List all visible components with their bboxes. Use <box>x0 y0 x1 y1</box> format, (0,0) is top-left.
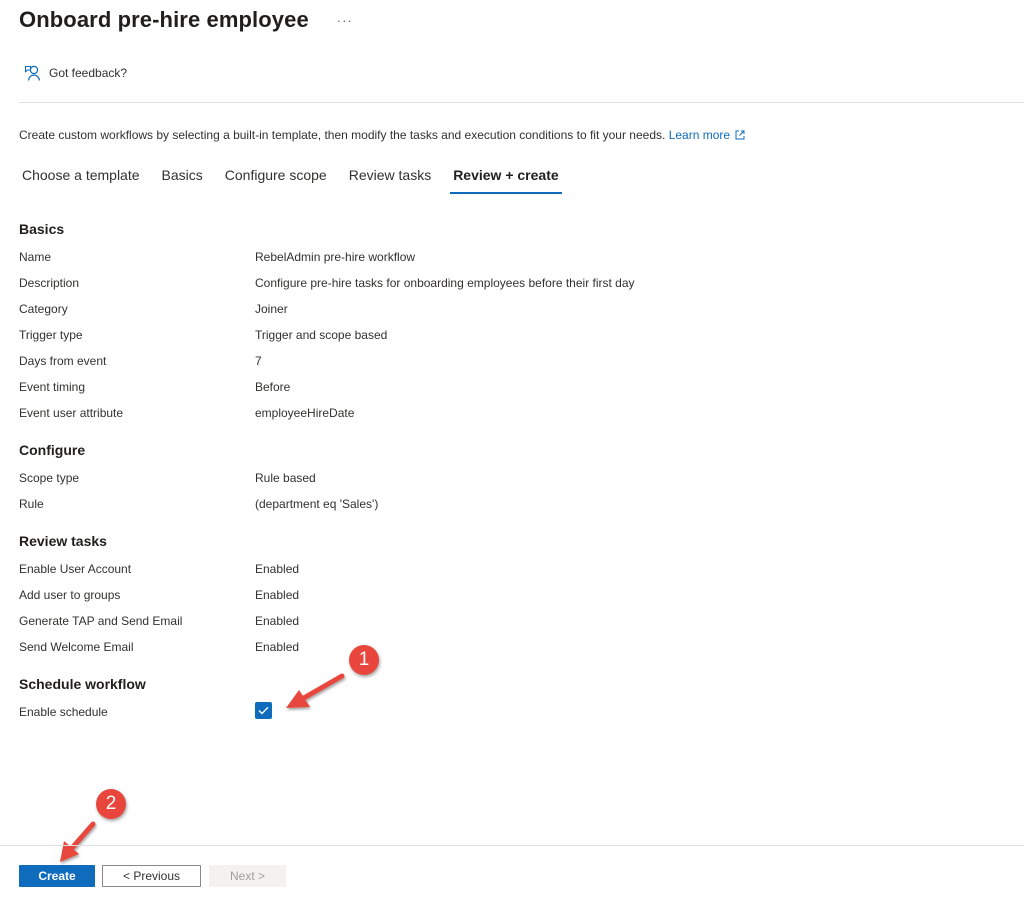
arrow-to-create <box>60 821 96 862</box>
section-basics-title: Basics <box>19 221 65 237</box>
tab-basics[interactable]: Basics <box>159 162 206 194</box>
footer-divider <box>0 845 1024 846</box>
tab-configure-scope[interactable]: Configure scope <box>222 162 330 194</box>
external-link-icon <box>735 130 745 140</box>
section-configure-title: Configure <box>19 442 86 458</box>
section-review-tasks-title: Review tasks <box>19 533 107 549</box>
title-row: Onboard pre-hire employee ··· <box>19 2 357 38</box>
more-options-button[interactable]: ··· <box>333 13 357 28</box>
feedback-label: Got feedback? <box>49 66 128 80</box>
feedback-button[interactable]: Got feedback? <box>24 62 127 84</box>
tab-review-create[interactable]: Review + create <box>450 162 563 194</box>
intro-description: Create custom workflows by selecting a b… <box>19 128 666 142</box>
checkmark-icon <box>258 706 269 715</box>
learn-more-link[interactable]: Learn more <box>669 128 745 142</box>
tab-review-tasks[interactable]: Review tasks <box>346 162 434 194</box>
page-title: Onboard pre-hire employee <box>19 7 309 32</box>
wizard-tabs: Choose a template Basics Configure scope… <box>19 162 578 194</box>
section-schedule-title: Schedule workflow <box>19 676 146 692</box>
annotation-marker-2: 2 <box>96 789 126 819</box>
create-button[interactable]: Create <box>19 865 95 887</box>
header-divider <box>19 102 1024 103</box>
enable-schedule-checkbox[interactable] <box>255 702 272 719</box>
feedback-icon <box>24 64 42 82</box>
previous-button[interactable]: < Previous <box>102 865 201 887</box>
next-button[interactable]: Next > <box>209 865 286 887</box>
arrow-to-checkbox <box>286 673 345 708</box>
intro-text: Create custom workflows by selecting a b… <box>19 128 745 142</box>
tab-choose-template[interactable]: Choose a template <box>19 162 143 194</box>
annotation-marker-1: 1 <box>349 645 379 675</box>
